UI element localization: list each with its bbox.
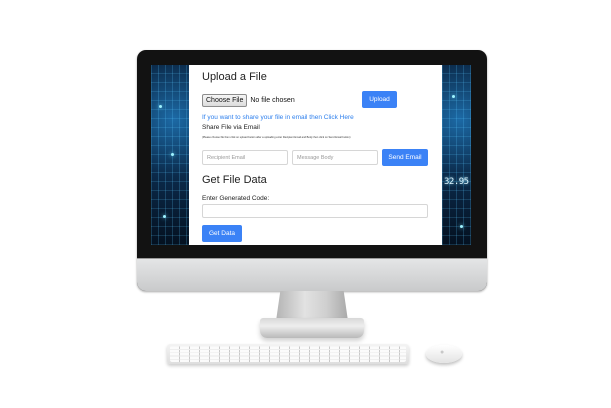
app-panel: Upload a File Choose File No file chosen… — [189, 65, 442, 245]
background-digits: 32.95 — [444, 177, 469, 187]
keyboard-keys — [170, 346, 406, 362]
background-light — [171, 153, 174, 156]
share-email-link[interactable]: If you want to share your file in email … — [202, 114, 354, 121]
background-light — [460, 225, 463, 228]
monitor-screen: 32.95 Upload a File Choose File No file … — [151, 65, 471, 245]
generated-code-input[interactable] — [202, 204, 428, 218]
background-image-right: 32.95 — [442, 65, 471, 245]
monitor-chin — [137, 258, 487, 291]
mouse: ● — [426, 345, 462, 363]
monitor-stand-neck — [276, 291, 348, 321]
get-data-button[interactable]: Get Data — [202, 225, 242, 242]
background-image-left — [151, 65, 189, 245]
background-light — [159, 105, 162, 108]
send-email-button[interactable]: Send Email — [382, 149, 428, 166]
file-status: No file chosen — [250, 97, 295, 104]
upload-button[interactable]: Upload — [362, 91, 397, 108]
message-body-input[interactable]: Message Body — [292, 150, 378, 165]
recipient-email-input[interactable]: Recipient Email — [202, 150, 288, 165]
upload-heading: Upload a File — [202, 71, 267, 83]
keyboard — [167, 344, 409, 364]
monitor-stand-base — [260, 318, 364, 338]
apple-icon: ● — [440, 349, 445, 356]
share-help-text: (Please choose file then click on upload… — [202, 136, 351, 139]
code-label: Enter Generated Code: — [202, 195, 270, 202]
background-light — [452, 95, 455, 98]
choose-file-button[interactable]: Choose File — [202, 94, 248, 107]
file-input[interactable]: Choose File No file chosen — [202, 94, 295, 107]
background-light — [163, 215, 166, 218]
get-data-heading: Get File Data — [202, 174, 267, 186]
share-heading: Share File via Email — [202, 124, 260, 131]
